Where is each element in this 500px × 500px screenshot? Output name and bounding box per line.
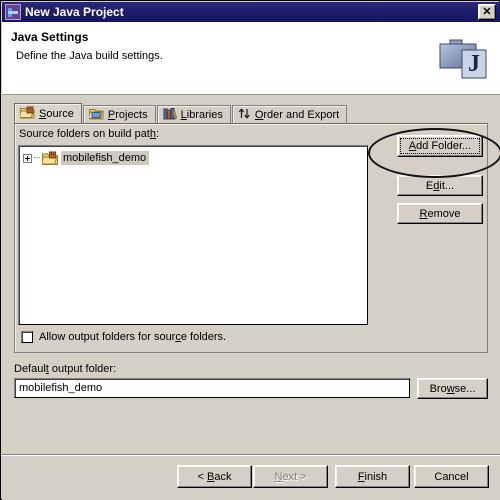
- list-item[interactable]: mobilefish_demo: [23, 150, 150, 166]
- source-tab-panel: Source folders on build path: mobilefish…: [14, 123, 488, 353]
- source-folders-listbox[interactable]: mobilefish_demo: [18, 145, 368, 325]
- title-bar[interactable]: New Java Project ✕: [2, 2, 500, 22]
- tab-strip: Source Projects Libraries Order and Expo…: [14, 103, 348, 124]
- browse-button-label: Browse...: [429, 382, 476, 395]
- cancel-button-label: Cancel: [434, 470, 469, 483]
- expand-plus-icon[interactable]: [23, 153, 32, 163]
- back-button[interactable]: < Back: [177, 465, 252, 488]
- next-button: Next >: [253, 465, 328, 488]
- tab-libraries[interactable]: Libraries: [156, 105, 231, 124]
- footer-divider: [2, 454, 500, 456]
- close-glyph: ✕: [482, 6, 492, 18]
- tab-projects-label: Projects: [107, 109, 148, 121]
- focus-ring: [400, 138, 480, 154]
- edit-button[interactable]: Edit...: [397, 175, 483, 196]
- source-folder-icon: [18, 106, 35, 122]
- allow-output-folders-checkbox[interactable]: Allow output folders for source folders.: [21, 331, 226, 343]
- list-item-label: mobilefish_demo: [61, 151, 150, 165]
- default-output-folder-label: Default output folder:: [14, 363, 117, 375]
- new-java-project-dialog: New Java Project ✕ Java Settings Define …: [0, 0, 500, 500]
- eclipse-java-icon: [5, 4, 21, 20]
- browse-button[interactable]: Browse...: [417, 378, 488, 399]
- tab-projects[interactable]: Projects: [82, 105, 156, 124]
- tab-libraries-label: Libraries: [180, 109, 223, 121]
- projects-folder-icon: [87, 107, 104, 123]
- libraries-books-icon: [163, 107, 177, 123]
- window-title: New Java Project: [25, 5, 124, 19]
- tab-order-and-export[interactable]: Order and Export: [231, 105, 348, 124]
- back-button-label: < Back: [197, 470, 232, 483]
- finish-button-label: Finish: [357, 470, 388, 483]
- wizard-banner: Java Settings Define the Java build sett…: [2, 22, 500, 95]
- next-button-label: Next >: [274, 470, 307, 483]
- order-updown-arrows-icon: [238, 107, 251, 123]
- default-output-folder-value: mobilefish_demo: [19, 382, 103, 394]
- cancel-button[interactable]: Cancel: [414, 465, 489, 488]
- checkbox-box[interactable]: [21, 331, 33, 343]
- dialog-body: Source Projects Libraries Order and Expo…: [2, 95, 500, 500]
- finish-button[interactable]: Finish: [335, 465, 410, 488]
- remove-button[interactable]: Remove: [397, 203, 483, 224]
- page-title: Java Settings: [11, 30, 89, 44]
- edit-button-label: Edit...: [425, 179, 455, 192]
- source-folders-label: Source folders on build path:: [19, 128, 160, 140]
- allow-output-folders-label: Allow output folders for source folders.: [39, 331, 227, 343]
- tab-order-and-export-label: Order and Export: [254, 109, 340, 121]
- tree-connector: [34, 157, 40, 159]
- java-project-briefcase-icon: J: [436, 30, 492, 86]
- close-icon[interactable]: ✕: [478, 4, 496, 20]
- source-folder-icon: [41, 151, 58, 165]
- tab-source-label: Source: [39, 108, 74, 120]
- tab-source[interactable]: Source: [14, 103, 82, 124]
- default-output-folder-input[interactable]: mobilefish_demo: [14, 378, 410, 398]
- page-subtitle: Define the Java build settings.: [16, 50, 163, 62]
- svg-text:J: J: [468, 51, 480, 77]
- remove-button-label: Remove: [419, 207, 461, 220]
- add-folder-button[interactable]: Add Folder...: [397, 135, 483, 157]
